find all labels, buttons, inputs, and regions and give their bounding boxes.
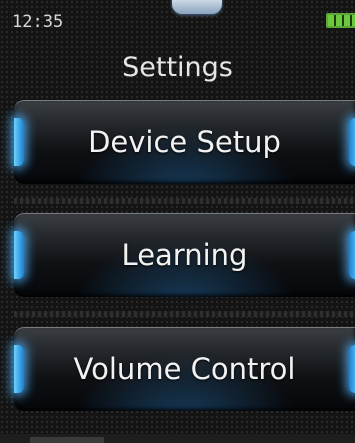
- bottom-bar: [0, 434, 355, 443]
- top-handle: [172, 0, 222, 14]
- menu-item-label: Learning: [121, 238, 248, 272]
- divider: [14, 198, 355, 204]
- volume-control-button[interactable]: Volume Control: [14, 327, 355, 411]
- menu-item-label: Volume Control: [73, 352, 296, 386]
- right-glow-indicator: [349, 231, 355, 279]
- bottom-bar-segment: [30, 437, 104, 443]
- left-glow-indicator: [14, 118, 24, 166]
- left-glow-indicator: [14, 345, 24, 393]
- device-setup-button[interactable]: Device Setup: [14, 100, 355, 184]
- right-glow-indicator: [349, 345, 355, 393]
- page-title: Settings: [122, 52, 233, 83]
- menu-item-label: Device Setup: [88, 125, 281, 159]
- learning-button[interactable]: Learning: [14, 213, 355, 297]
- battery-icon: [326, 13, 355, 28]
- left-glow-indicator: [14, 231, 24, 279]
- clock: 12:35: [12, 12, 64, 32]
- right-glow-indicator: [349, 118, 355, 166]
- divider: [14, 311, 355, 317]
- status-bar: 12:35: [0, 0, 355, 40]
